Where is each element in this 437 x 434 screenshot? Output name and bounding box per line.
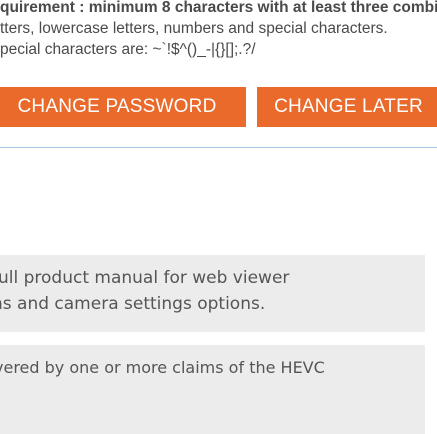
change-later-button[interactable]: CHANGE LATER xyxy=(257,87,437,127)
password-requirement-line-2: tters, lowercase letters, numbers and sp… xyxy=(0,20,388,37)
password-requirement-line-3: pecial characters are: ~`!$^()_-|{}[];.?… xyxy=(0,41,256,58)
hevc-notice-line-1: vered by one or more claims of the HEVC xyxy=(0,358,325,377)
change-password-button[interactable]: CHANGE PASSWORD xyxy=(0,87,246,127)
manual-info-line-1: full product manual for web viewer xyxy=(0,268,290,288)
section-divider xyxy=(0,147,437,148)
hevc-notice-text: vered by one or more claims of the HEVC xyxy=(0,355,325,381)
manual-info-text: full product manual for web viewer ns an… xyxy=(0,265,289,317)
password-requirement-text: quirement : minimum 8 characters with at… xyxy=(0,0,437,60)
hevc-notice-box: vered by one or more claims of the HEVC xyxy=(0,345,425,434)
manual-info-line-2: ns and camera settings options. xyxy=(0,294,266,314)
password-requirement-line-1: quirement : minimum 8 characters with at… xyxy=(0,0,437,16)
manual-info-box: full product manual for web viewer ns an… xyxy=(0,255,425,332)
